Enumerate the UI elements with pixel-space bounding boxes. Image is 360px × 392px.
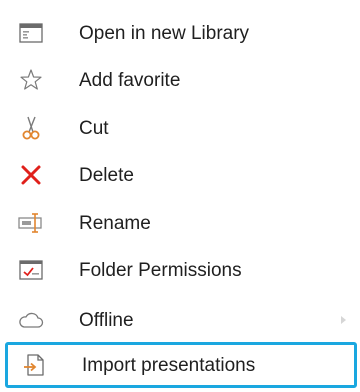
menu-item-import-presentations[interactable]: Import presentations <box>5 342 357 388</box>
delete-x-icon <box>18 162 44 188</box>
menu-item-label: Delete <box>79 164 134 186</box>
menu-item-label: Rename <box>79 212 151 234</box>
scissors-icon <box>18 115 44 141</box>
menu-item-rename[interactable]: Rename <box>0 200 360 246</box>
menu-item-label: Open in new Library <box>79 22 250 44</box>
rename-icon <box>18 210 44 236</box>
menu-item-add-favorite[interactable]: Add favorite <box>0 57 360 103</box>
menu-item-label: Cut <box>79 117 109 139</box>
open-library-icon <box>18 20 44 46</box>
menu-item-cut[interactable]: Cut <box>0 105 360 151</box>
menu-item-label: Import presentations <box>82 354 256 376</box>
menu-item-label: Folder Permissions <box>79 259 242 281</box>
chevron-right-icon <box>338 313 348 327</box>
menu-item-open-in-new-library[interactable]: Open in new Library <box>0 10 360 56</box>
cloud-icon <box>18 307 44 333</box>
star-outline-icon <box>18 67 44 93</box>
menu-item-delete[interactable]: Delete <box>0 152 360 198</box>
folder-permissions-icon <box>18 257 44 283</box>
context-menu: Open in new Library Add favorite Cut Del… <box>0 0 360 392</box>
import-icon <box>21 352 47 378</box>
menu-item-offline[interactable]: Offline <box>0 297 360 343</box>
menu-item-label: Offline <box>79 309 134 331</box>
menu-item-folder-permissions[interactable]: Folder Permissions <box>0 247 360 293</box>
menu-item-label: Add favorite <box>79 69 181 91</box>
